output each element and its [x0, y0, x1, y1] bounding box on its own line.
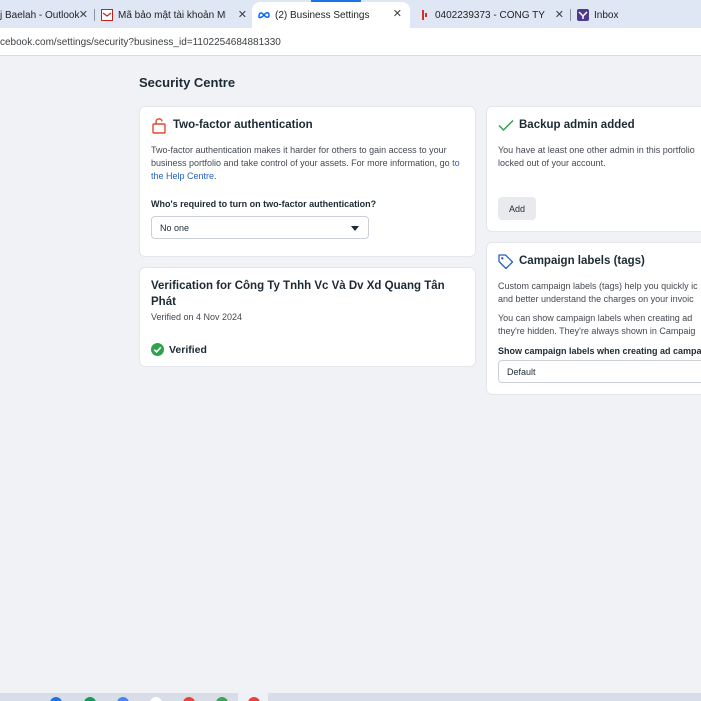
tab-label: (2) Business Settings	[275, 9, 370, 21]
unlock-icon	[151, 117, 167, 139]
backup-admin-text-line1: You have at least one other admin in thi…	[498, 145, 695, 155]
verification-card: Verification for Công Ty Tnhh Vc Và Dv X…	[139, 267, 476, 367]
tag-icon	[497, 253, 514, 275]
two-factor-requirement-select[interactable]: No one	[151, 216, 369, 239]
campaign-labels-card: Campaign labels (tags) Custom campaign l…	[486, 242, 701, 395]
tab-label: j Baelah - Outlook	[0, 9, 80, 21]
meta-icon	[258, 9, 270, 21]
two-factor-card: Two-factor authentication Two-factor aut…	[139, 106, 476, 257]
tab-microsoft-code[interactable]: Mã bảo mật tài khoản Microsoft ✕	[101, 3, 251, 27]
campaign-labels-title: Campaign labels (tags)	[519, 255, 645, 267]
backup-admin-title: Backup admin added	[519, 119, 635, 131]
verification-title-line1: Verification for Công Ty Tnhh Vc Và Dv X…	[151, 280, 445, 292]
campaign-labels-text1-line2: and better understand the charges on you…	[498, 294, 694, 304]
tab-separator	[94, 9, 95, 21]
close-icon[interactable]: ✕	[79, 8, 88, 21]
check-circle-icon	[151, 343, 164, 361]
mail-icon	[101, 9, 113, 21]
taskbar	[0, 693, 701, 701]
tab-outlook[interactable]: j Baelah - Outlook ✕	[0, 3, 92, 27]
yahoo-mail-icon	[577, 9, 589, 21]
tab-label: Mã bảo mật tài khoản Microsoft	[118, 9, 226, 21]
campaign-labels-text1-line1: Custom campaign labels (tags) help you q…	[498, 281, 698, 291]
backup-admin-card: Backup admin added You have at least one…	[486, 106, 701, 232]
tab-inbox[interactable]: Inbox	[577, 3, 701, 27]
campaign-labels-question: Show campaign labels when creating ad ca…	[498, 346, 701, 356]
red-favicon	[418, 9, 430, 21]
backup-admin-text-line2: locked out of your account.	[498, 158, 606, 168]
selected-value: No one	[160, 223, 190, 233]
tab-business-settings[interactable]: (2) Business Settings ✕	[252, 2, 410, 28]
description-end: .	[214, 171, 217, 181]
verification-title-line2: Phát	[151, 296, 176, 308]
description-text: Two-factor authentication makes it harde…	[151, 145, 450, 168]
add-admin-button[interactable]: Add	[498, 197, 536, 220]
campaign-labels-select[interactable]: Default	[498, 360, 701, 383]
two-factor-title: Two-factor authentication	[173, 119, 313, 131]
page-title: Security Centre	[139, 75, 236, 90]
campaign-labels-text2-line1: You can show campaign labels when creati…	[498, 313, 693, 323]
tab-company[interactable]: 0402239373 - CÔNG TY TNHH ✕	[418, 3, 568, 27]
two-factor-description: Two-factor authentication makes it harde…	[151, 144, 469, 183]
verification-status: Verified	[169, 344, 207, 356]
tab-separator	[570, 9, 571, 21]
close-icon[interactable]: ✕	[238, 8, 247, 21]
checkmark-icon	[498, 119, 514, 137]
selected-value: Default	[507, 367, 536, 377]
url-text[interactable]: cebook.com/settings/security?business_id…	[0, 37, 281, 48]
campaign-labels-text2-line2: they're hidden. They're always shown in …	[498, 326, 696, 336]
verification-date: Verified on 4 Nov 2024	[151, 312, 243, 322]
browser-tab-bar: j Baelah - Outlook ✕ Mã bảo mật tài khoả…	[0, 0, 701, 28]
two-factor-question: Who's required to turn on two-factor aut…	[151, 199, 377, 209]
tab-label: Inbox	[594, 9, 619, 21]
close-icon[interactable]: ✕	[555, 8, 564, 21]
address-bar[interactable]: cebook.com/settings/security?business_id…	[0, 28, 701, 56]
close-icon[interactable]: ✕	[393, 7, 402, 20]
caret-down-icon	[351, 226, 359, 231]
tab-label: 0402239373 - CÔNG TY TNHH	[435, 9, 545, 21]
